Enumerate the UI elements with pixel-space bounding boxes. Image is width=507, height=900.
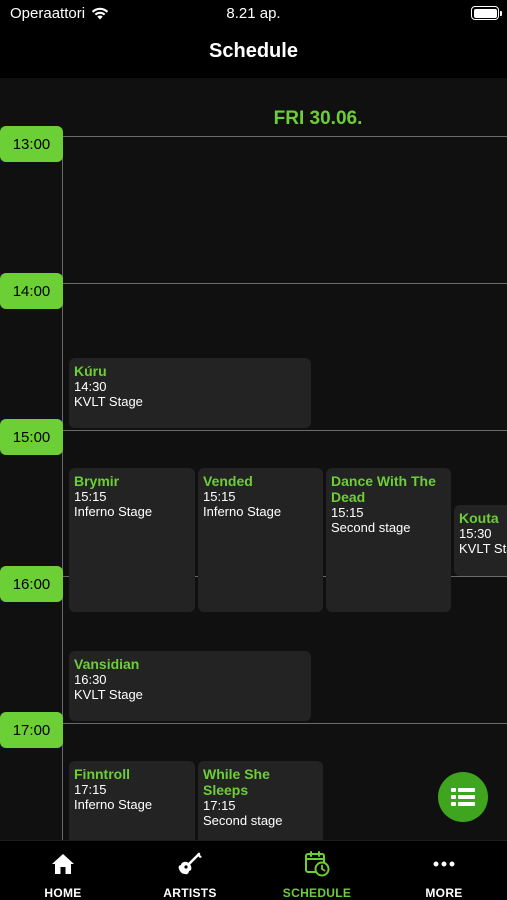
event-stage: KVLT Stage bbox=[74, 687, 143, 702]
tab-label: SCHEDULE bbox=[282, 886, 352, 900]
event-card[interactable]: Vansidian 16:30 KVLT Stage bbox=[69, 651, 311, 721]
list-icon bbox=[451, 788, 475, 806]
tab-label: HOME bbox=[44, 886, 82, 900]
event-name: Vansidian bbox=[74, 656, 140, 672]
event-card[interactable]: Kouta 15:30 KVLT Stage bbox=[454, 505, 507, 576]
list-view-button[interactable] bbox=[438, 772, 488, 822]
event-time: 14:30 bbox=[74, 379, 107, 394]
event-stage: Second stage bbox=[331, 520, 411, 535]
status-time: 8.21 ap. bbox=[226, 5, 281, 22]
event-name: Finntroll bbox=[74, 766, 130, 782]
home-icon bbox=[52, 854, 74, 874]
status-bar: Operaattori 8.21 ap. bbox=[0, 0, 507, 28]
schedule-timeline[interactable]: FRI 30.06. 13:00 14:00 15:00 16:00 17:00… bbox=[0, 78, 507, 840]
event-time: 15:15 bbox=[74, 489, 107, 504]
tab-schedule[interactable]: SCHEDULE bbox=[254, 841, 380, 900]
event-stage: KVLT Stage bbox=[74, 394, 143, 409]
time-marker: 16:00 bbox=[0, 566, 63, 602]
tab-label: ARTISTS bbox=[163, 886, 217, 900]
event-card[interactable]: Dance With The Dead 15:15 Second stage bbox=[326, 468, 451, 612]
event-time: 17:15 bbox=[203, 798, 236, 813]
time-marker: 13:00 bbox=[0, 126, 63, 162]
event-card[interactable]: While She Sleeps 17:15 Second stage bbox=[198, 761, 323, 840]
tab-home[interactable]: HOME bbox=[0, 841, 126, 900]
tab-label: MORE bbox=[425, 886, 463, 900]
event-stage: Inferno Stage bbox=[74, 504, 153, 519]
event-stage: Inferno Stage bbox=[203, 504, 282, 519]
event-name: Kouta bbox=[459, 510, 499, 526]
battery-icon bbox=[471, 6, 502, 20]
event-time: 15:15 bbox=[331, 505, 364, 520]
event-name: Vended bbox=[203, 473, 253, 489]
event-time: 15:15 bbox=[203, 489, 236, 504]
page-title: Schedule bbox=[209, 40, 298, 62]
day-header: FRI 30.06. bbox=[273, 108, 363, 129]
event-name: While She Sleeps bbox=[203, 766, 270, 798]
time-marker: 15:00 bbox=[0, 419, 63, 455]
time-marker: 14:00 bbox=[0, 273, 63, 309]
tab-bar: HOME ARTISTS SCHEDULE MORE bbox=[0, 840, 507, 900]
event-stage: Second stage bbox=[203, 813, 283, 828]
hour-line bbox=[62, 723, 507, 724]
hour-line bbox=[62, 430, 507, 431]
event-time: 16:30 bbox=[74, 672, 107, 687]
time-marker: 17:00 bbox=[0, 712, 63, 748]
event-time: 15:30 bbox=[459, 526, 492, 541]
tab-more[interactable]: MORE bbox=[381, 841, 507, 900]
event-time: 17:15 bbox=[74, 782, 107, 797]
event-card[interactable]: Kúru 14:30 KVLT Stage bbox=[69, 358, 311, 428]
more-dots-icon bbox=[433, 861, 455, 867]
navigation-bar: Schedule bbox=[0, 28, 507, 78]
hour-line bbox=[62, 136, 507, 137]
tab-artists[interactable]: ARTISTS bbox=[127, 841, 253, 900]
event-stage: Inferno Stage bbox=[74, 797, 153, 812]
event-card[interactable]: Brymir 15:15 Inferno Stage bbox=[69, 468, 195, 612]
calendar-clock-icon bbox=[305, 851, 330, 877]
event-name: Dance With The Dead bbox=[331, 473, 436, 505]
guitar-icon bbox=[178, 852, 202, 875]
event-name: Kúru bbox=[74, 363, 107, 379]
event-card[interactable]: Finntroll 17:15 Inferno Stage bbox=[69, 761, 195, 840]
event-stage: KVLT Stage bbox=[459, 541, 507, 556]
event-name: Brymir bbox=[74, 473, 120, 489]
hour-line bbox=[62, 283, 507, 284]
event-card[interactable]: Vended 15:15 Inferno Stage bbox=[198, 468, 323, 612]
